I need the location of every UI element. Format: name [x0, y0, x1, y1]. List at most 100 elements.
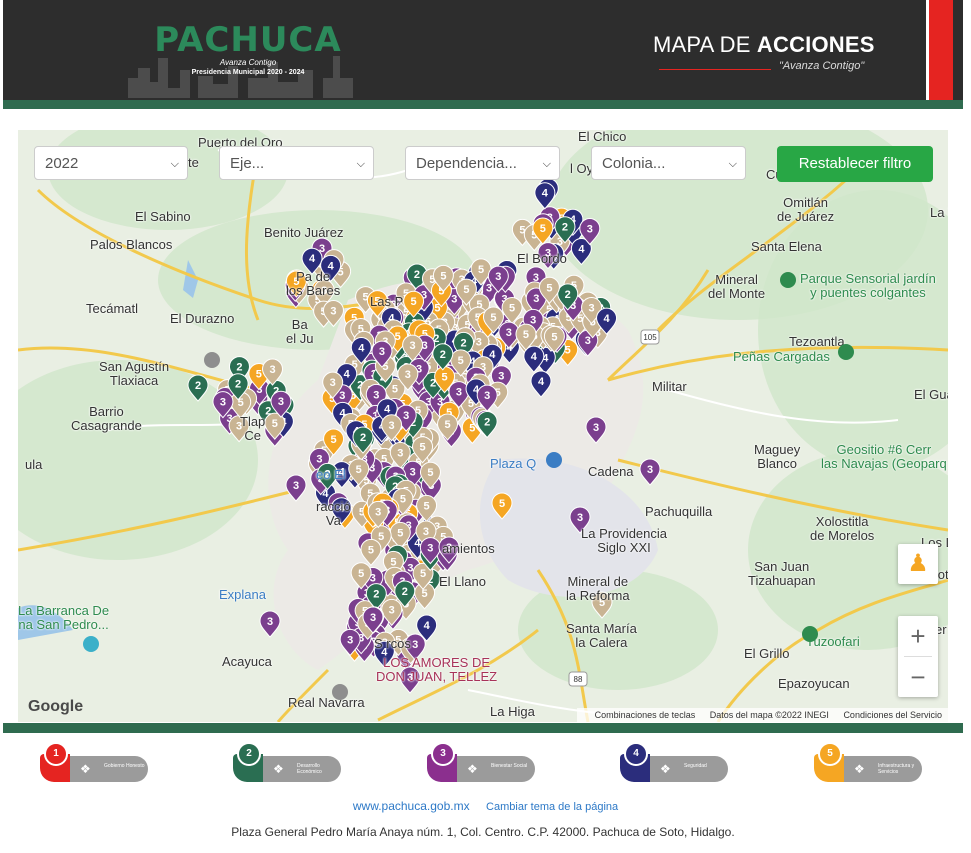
map-label-las-p[interactable]: Las P [370, 295, 403, 309]
map-label-bay[interactable]: Ba el Ju [286, 318, 313, 346]
action-marker[interactable]: 3 [639, 458, 661, 486]
map-label-barrio-casagrande[interactable]: Barrio Casagrande [71, 405, 142, 433]
legend-pill: ❖ Infraestructura y Servicios [842, 756, 922, 782]
svg-text:5: 5 [422, 588, 428, 600]
map-label-xolostitla[interactable]: Xolostitla de Morelos [810, 515, 874, 543]
svg-text:3: 3 [347, 634, 353, 646]
year-select[interactable]: 2022 ⌵ [34, 146, 188, 180]
legend-item-2[interactable]: ❖ Desarrollo Económico 2 [233, 742, 348, 790]
svg-text:3: 3 [293, 480, 299, 492]
svg-text:3: 3 [278, 396, 284, 408]
map-label-maguey-blanco[interactable]: Maguey Blanco [754, 443, 800, 471]
map-label-s-marcos[interactable]: S rcos [374, 637, 411, 651]
google-logo[interactable]: Google [28, 698, 83, 716]
svg-text:5: 5 [551, 331, 557, 343]
map-label-la-providencia[interactable]: La Providencia Siglo XXI [581, 527, 667, 555]
map-view[interactable]: 5442533334333333235552332243534342553543… [18, 130, 948, 722]
poi-pin-icon[interactable] [802, 626, 818, 642]
map-label-pachuquilla[interactable]: Pachuquilla [645, 505, 712, 519]
map-label-san-agustin[interactable]: San Agustín Tlaxiaca [99, 360, 169, 388]
legend-item-3[interactable]: ❖ Bienestar Social 3 [427, 742, 542, 790]
svg-text:3: 3 [427, 543, 433, 555]
map-label-parque-sensorial[interactable]: Parque Sensorial jardín y puentes colgant… [800, 272, 936, 300]
poi-pin-icon[interactable] [838, 344, 854, 360]
street-view-pegman-icon[interactable]: ♟ [898, 544, 938, 584]
map-label-penas-cargadas[interactable]: Peñas Cargadas [733, 350, 830, 364]
colonia-select[interactable]: Colonia... ⌵ [591, 146, 746, 180]
pachuca-logo[interactable]: PACHUCA Avanza Contigo Presidencia Munic… [148, 22, 348, 77]
svg-text:5: 5 [397, 527, 403, 539]
svg-text:3: 3 [375, 506, 381, 518]
terms-link[interactable]: Condiciones del Servicio [843, 710, 942, 720]
dependencia-select[interactable]: Dependencia... ⌵ [405, 146, 560, 180]
map-label-mineral-del-monte[interactable]: Mineral del Monte [708, 273, 765, 301]
svg-text:5: 5 [444, 419, 450, 431]
map-label-tecamatl[interactable]: Tecámatl [86, 302, 138, 316]
map-label-el-bordo[interactable]: El Bordo [517, 252, 567, 266]
svg-text:5: 5 [390, 556, 396, 568]
map-label-el-grillo[interactable]: El Grillo [744, 647, 790, 661]
map-label-ula[interactable]: ula [25, 458, 42, 472]
svg-text:5: 5 [368, 544, 374, 556]
zoom-out-button[interactable]: − [898, 657, 938, 697]
year-select-value: 2022 [45, 155, 79, 172]
legend-item-1[interactable]: ❖ Gobierno Honesto 1 [40, 742, 155, 790]
svg-text:3: 3 [373, 389, 379, 401]
map-label-santa-elena[interactable]: Santa Elena [751, 240, 822, 254]
map-label-amores[interactable]: LOS AMORES DE DON JUAN, TELLEZ [376, 656, 497, 684]
map-label-real-navarra[interactable]: Real Navarra [288, 696, 365, 710]
map-label-cadena[interactable]: Cadena [588, 465, 634, 479]
poi-pin-icon[interactable] [332, 684, 348, 700]
map-label-benito-juarez[interactable]: Benito Juárez [264, 226, 344, 240]
map-label-palos-blancos[interactable]: Palos Blancos [90, 238, 172, 252]
map-label-santa-maria[interactable]: Santa María la Calera [566, 622, 637, 650]
legend-label: Bienestar Social [491, 763, 528, 769]
poi-pin-icon[interactable] [204, 352, 220, 368]
zoom-in-button[interactable]: + [898, 616, 938, 656]
map-label-pas-b[interactable]: Pa de los Bares [286, 270, 340, 298]
svg-text:3: 3 [269, 364, 275, 376]
map-label-tlap[interactable]: Tlap Ce [240, 415, 265, 443]
map-label-tezoantla[interactable]: Tezoantla [789, 335, 845, 349]
poi-pin-icon[interactable] [83, 636, 99, 652]
svg-text:3: 3 [498, 371, 504, 383]
map-label-el-chico[interactable]: El Chico [578, 130, 626, 144]
map-label-el-llano[interactable]: El Llano [439, 575, 486, 589]
svg-text:3: 3 [476, 337, 482, 349]
map-label-plaza-q[interactable]: Plaza Q [490, 457, 536, 471]
map-label-amientos[interactable]: amientos [442, 542, 495, 556]
map-label-explana[interactable]: Explana [219, 588, 266, 602]
map-label-militar[interactable]: Militar [652, 380, 687, 394]
map-label-te[interactable]: te [188, 156, 199, 170]
map-label-omitlan[interactable]: Omitlán de Juárez [777, 196, 834, 224]
eje-select[interactable]: Eje... ⌵ [219, 146, 374, 180]
map-label-racc[interactable]: racció Va [316, 500, 351, 528]
poi-pin-icon[interactable] [546, 452, 562, 468]
poi-pin-icon[interactable] [780, 272, 796, 288]
map-label-el-guajolote[interactable]: El Guajolot [914, 388, 948, 402]
map-label-mineral-reforma[interactable]: Mineral de la Reforma [566, 575, 630, 603]
website-link[interactable]: www.pachuca.gob.mx [353, 799, 470, 813]
legend-item-5[interactable]: ❖ Infraestructura y Servicios 5 [814, 742, 929, 790]
keyboard-shortcuts-link[interactable]: Combinaciones de teclas [595, 710, 696, 720]
svg-text:3: 3 [587, 223, 593, 235]
reset-filter-button[interactable]: Restablecer filtro [777, 146, 933, 182]
map-label-la-barranca[interactable]: La Barranca De na San Pedro... [18, 604, 109, 632]
legend-item-4[interactable]: ❖ Seguridad 4 [620, 742, 735, 790]
map-label-eo-el[interactable]: eo El [316, 468, 346, 482]
map-label-geositio[interactable]: Geositio #6 Cerr las Navajas (Geoparq [821, 443, 947, 471]
action-marker[interactable]: 3 [259, 610, 281, 638]
theme-toggle-link[interactable]: Cambiar tema de la página [486, 801, 618, 813]
svg-text:4: 4 [358, 342, 365, 354]
map-label-la-higa[interactable]: La Higa [490, 705, 535, 719]
map-label-el-sabino[interactable]: El Sabino [135, 210, 191, 224]
map-label-san-juan[interactable]: San Juan Tizahuapan [748, 560, 815, 588]
map-label-acayuca[interactable]: Acayuca [222, 655, 272, 669]
red-accent-stripe [926, 0, 953, 100]
svg-text:5: 5 [440, 270, 446, 282]
map-label-epazoyucan[interactable]: Epazoyucan [778, 677, 850, 691]
legend-pill: ❖ Gobierno Honesto [68, 756, 148, 782]
svg-text:5: 5 [419, 442, 425, 454]
map-label-el-durazno[interactable]: El Durazno [170, 312, 234, 326]
map-label-la-ta[interactable]: La T [930, 206, 948, 220]
